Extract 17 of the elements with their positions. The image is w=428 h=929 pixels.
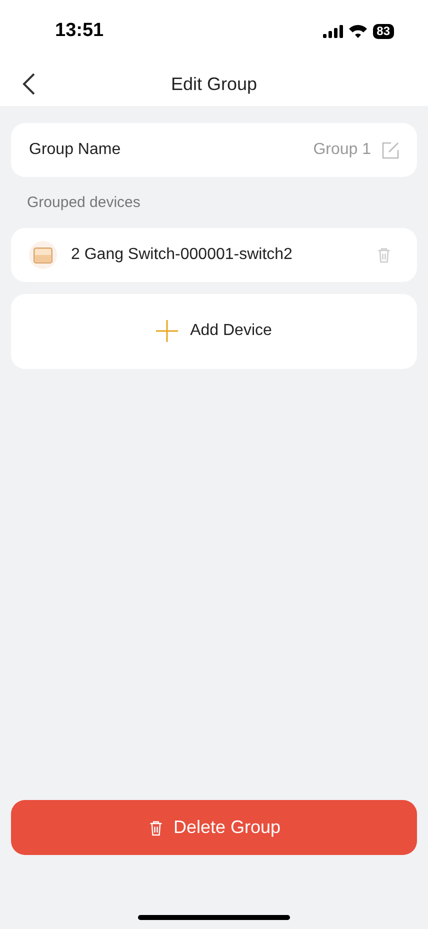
edit-icon[interactable] bbox=[382, 142, 399, 158]
section-label: Grouped devices bbox=[27, 193, 142, 213]
delete-group-button[interactable]: Delete Group bbox=[11, 800, 417, 855]
add-device-button[interactable]: Add Device bbox=[11, 294, 417, 368]
group-name-row[interactable]: Group Name Group 1 bbox=[11, 123, 417, 177]
back-icon[interactable] bbox=[22, 72, 36, 96]
status-time: 13:51 bbox=[55, 18, 104, 43]
device-row[interactable]: 2 Gang Switch-000001-switch2 bbox=[11, 228, 417, 282]
device-name: 2 Gang Switch-000001-switch2 bbox=[71, 244, 292, 264]
group-name-label: Group Name bbox=[29, 140, 121, 160]
wifi-icon bbox=[348, 24, 367, 38]
plus-icon bbox=[156, 320, 178, 342]
group-name-value: Group 1 bbox=[313, 140, 371, 160]
battery-indicator: 83 bbox=[372, 24, 394, 38]
signal-icon bbox=[322, 24, 343, 38]
page-title: Edit Group bbox=[170, 72, 258, 96]
switch-icon bbox=[29, 240, 57, 268]
